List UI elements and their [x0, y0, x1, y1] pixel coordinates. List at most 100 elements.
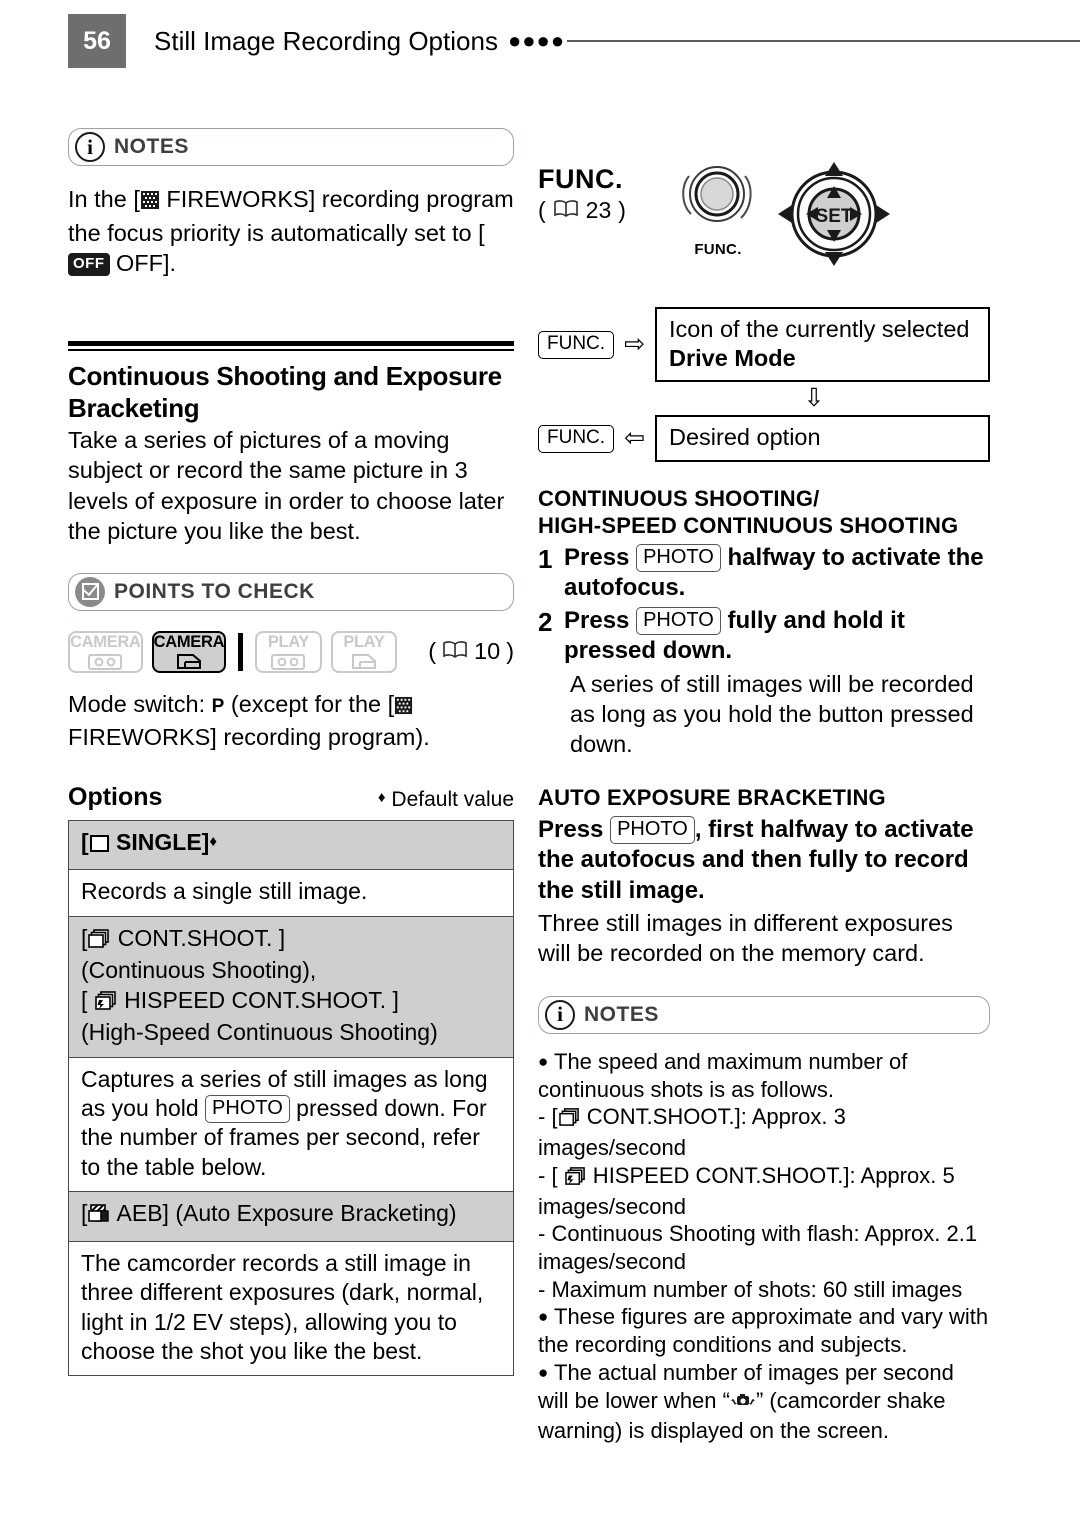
header-rule [567, 40, 1080, 42]
photo-button-key[interactable]: PHOTO [636, 543, 721, 572]
info-icon: i [75, 132, 105, 162]
func-illustration-group: FUNC. ( 23) FUNC. SET [538, 160, 990, 277]
mode-badge-camera-tape: CAMERA [68, 630, 143, 673]
info-icon: i [545, 999, 575, 1030]
card-icon [351, 653, 377, 670]
section-intro-text: Take a series of pictures of a moving su… [68, 426, 505, 545]
notes-callout-header: i NOTES [68, 128, 514, 166]
options-table: [ SINGLE]♦ Records a single still image.… [68, 819, 514, 1377]
func-page-reference: ( 23) [538, 197, 626, 223]
mode-badge-play-tape: PLAY [255, 630, 322, 673]
dash-marker: - [538, 1162, 546, 1188]
stacked-frames-icon [87, 927, 111, 956]
note-text: HISPEED CONT.SHOOT.]: Approx. 5 images/s… [538, 1162, 955, 1219]
option-label-aeb: AEB] (Auto Exposure Bracketing) [111, 1200, 457, 1227]
bracket-open: [ [81, 986, 94, 1013]
note-text: These figures are approximate and vary w… [538, 1304, 989, 1358]
section-rule-thin [68, 348, 514, 351]
mode-switch-post-text: FIREWORKS] recording program). [68, 724, 430, 751]
joystick-illustration: SET [772, 160, 902, 277]
flow-box-desired-option: Desired option [655, 415, 990, 462]
options-title: Options [68, 782, 163, 811]
option-desc-aeb: The camcorder records a still image in t… [69, 1240, 513, 1376]
option-label-hispeed: HISPEED CONT.SHOOT. ] [117, 986, 399, 1013]
photo-button-key[interactable]: PHOTO [636, 607, 721, 636]
flow-box-line2: Drive Mode [669, 344, 796, 371]
header-dots-decoration: ●●●● [507, 28, 566, 53]
camera-shake-icon [730, 1390, 756, 1418]
mode-badges-row: CAMERA CAMERA PLAY PLAY (10) [68, 630, 515, 673]
option-row-continuous-header: [ CONT.SHOOT. ] (Continuous Shooting), [… [69, 915, 513, 1057]
page-title: Still Image Recording Options [154, 25, 498, 56]
page-reference-number: 10 [474, 638, 501, 665]
flow-step-1: FUNC. ⇨ Icon of the currently selected D… [538, 307, 990, 383]
option-line-contshoot-expanded: (Continuous Shooting), [81, 957, 317, 984]
arrow-down-icon: ⇩ [803, 384, 825, 413]
section-rule-thick [68, 340, 514, 346]
mode-group-divider [238, 632, 244, 671]
func-button-icon [682, 166, 752, 222]
page-reference-points: ( 10) [428, 638, 515, 665]
mode-badge-play-card: PLAY [330, 630, 398, 673]
mode-badge-label: PLAY [343, 632, 385, 651]
option-row-aeb-header: [ AEB] (Auto Exposure Bracketing) [69, 1191, 513, 1241]
aeb-instruction: Press PHOTO, first halfway to activate t… [538, 815, 990, 907]
func-key-button[interactable]: FUNC. [538, 330, 615, 359]
notes-body-text: In the [ FIREWORKS] recording program th… [68, 184, 514, 279]
step-text-a: Press [564, 607, 637, 635]
bullet-icon: ● [538, 1362, 549, 1382]
option-line-hispeed: [ HISPEED CONT.SHOOT. ] [81, 986, 501, 1018]
default-marker-icon: ♦ [209, 832, 217, 850]
section-divider [68, 340, 514, 351]
book-icon [442, 638, 468, 665]
notes-callout-header-2: i NOTES [538, 995, 990, 1034]
bullet-icon: ● [538, 1051, 549, 1071]
note-item: ● The actual number of images per second… [538, 1359, 990, 1445]
option-row-single-header: [ SINGLE]♦ [69, 820, 513, 870]
hispeed-stacked-frames-icon [94, 989, 118, 1018]
note-text: Maximum number of shots: 60 still images [551, 1276, 963, 1302]
func-key-button[interactable]: FUNC. [538, 424, 615, 453]
default-marker-icon: ♦ [377, 788, 386, 806]
func-page-number: 23 [585, 197, 612, 223]
flow-box-drive-mode: Icon of the currently selected Drive Mod… [655, 307, 990, 383]
photo-button-key[interactable]: PHOTO [610, 815, 695, 844]
step-text: Press PHOTO halfway to activate the auto… [564, 543, 990, 603]
procedure-step-2-note: A series of still images will be recorde… [570, 670, 974, 757]
stacked-frames-icon [558, 1106, 581, 1134]
page-number: 56 [68, 14, 126, 68]
notes-callout-title-2: NOTES [584, 1002, 659, 1026]
note-text: The speed and maximum number of continuo… [538, 1048, 908, 1102]
default-value-legend: ♦ Default value [378, 788, 514, 812]
note-item: - Maximum number of shots: 60 still imag… [538, 1276, 990, 1304]
note-item: ● These figures are approximate and vary… [538, 1303, 990, 1358]
aeb-icon [87, 1202, 111, 1231]
func-button-caption: FUNC. [694, 241, 742, 258]
func-label-block: FUNC. ( 23) [538, 160, 670, 224]
tape-icon [88, 653, 123, 670]
note-item: - Continuous Shooting with flash: Approx… [538, 1220, 990, 1275]
option-line-hispeed-expanded: (High-Speed Continuous Shooting) [81, 1019, 438, 1046]
section-heading: Continuous Shooting and Exposure Bracket… [68, 360, 502, 424]
arrow-right-icon: ⇨ [624, 330, 646, 359]
points-to-check-title: POINTS TO CHECK [114, 579, 315, 603]
bullet-icon: ● [538, 1307, 549, 1327]
fireworks-icon [394, 692, 413, 723]
continuous-shooting-section: CONTINUOUS SHOOTING/ HIGH-SPEED CONTINUO… [538, 486, 990, 759]
program-mode-symbol: P [211, 695, 225, 717]
mode-switch-text: Mode switch: P (except for the [FIREWORK… [68, 689, 514, 753]
continuous-shooting-heading-line1: CONTINUOUS SHOOTING/ [538, 485, 820, 511]
continuous-shooting-heading: CONTINUOUS SHOOTING/ HIGH-SPEED CONTINUO… [538, 486, 990, 540]
procedure-step-2: 2 Press PHOTO fully and hold it pressed … [538, 606, 990, 666]
step-number: 1 [538, 543, 553, 574]
option-label-contshoot: CONT.SHOOT. ] [111, 924, 286, 951]
notes-list: ● The speed and maximum number of contin… [538, 1048, 990, 1445]
tape-icon [271, 653, 306, 670]
func-flow-diagram: FUNC. ⇨ Icon of the currently selected D… [538, 307, 990, 462]
mode-badge-camera-card: CAMERA [151, 630, 227, 673]
continuous-shooting-heading-line2: HIGH-SPEED CONTINUOUS SHOOTING [538, 512, 959, 538]
step-number: 2 [538, 607, 553, 638]
svg-text:SET: SET [816, 206, 853, 227]
photo-button-key: PHOTO [205, 1094, 290, 1123]
aeb-heading: AUTO EXPOSURE BRACKETING [538, 784, 886, 810]
